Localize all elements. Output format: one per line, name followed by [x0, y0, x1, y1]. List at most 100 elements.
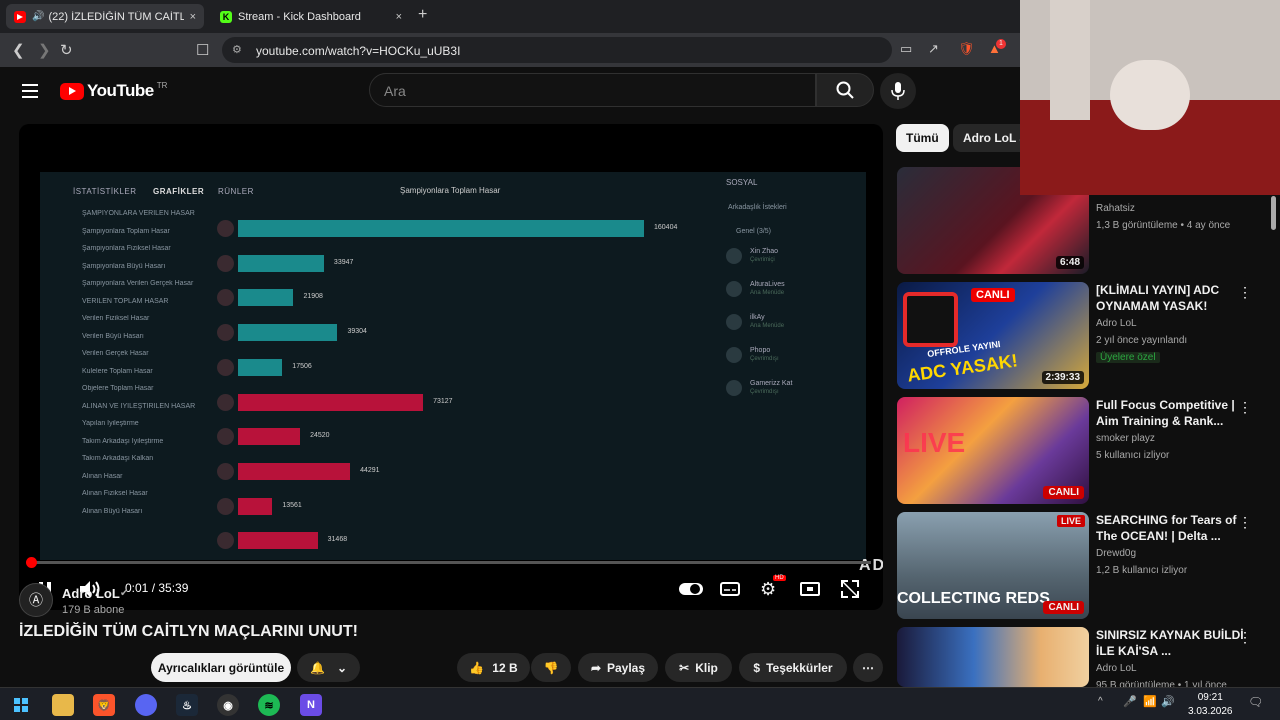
channel-avatar[interactable]: Ⓐ: [19, 583, 53, 617]
subscriber-count: 179 B abone: [62, 604, 125, 616]
friend-status: Ana Menüde: [750, 323, 785, 329]
social-header: SOSYAL: [726, 178, 758, 187]
webcam-overlay: [1020, 0, 1280, 195]
friend-name: Phopo: [750, 347, 771, 354]
chart-bar: [238, 220, 644, 237]
chip-channel[interactable]: Adro LoL a: [953, 124, 1020, 152]
cast-icon[interactable]: ▭: [900, 41, 912, 57]
stat-list-item: Şampiyonlara Toplam Hasar: [82, 227, 170, 235]
friend-name: Xin Zhao: [750, 248, 779, 255]
related-2-channel[interactable]: Adro LoL: [1096, 318, 1137, 329]
stat-list-item: Alınan Hasar: [82, 472, 123, 480]
browser-tab-bar: 🔊 (22) İZLEDİĞİN TÜM CAİTLYN × K Stream …: [0, 0, 1020, 33]
related-5-meta: 95 B görüntüleme • 1 yıl önce: [1096, 680, 1227, 687]
settings-button[interactable]: ⚙ HD: [760, 575, 786, 600]
close-tab-icon[interactable]: ×: [396, 11, 402, 23]
discord-icon[interactable]: [135, 694, 157, 716]
friend-avatar: [726, 314, 742, 330]
system-clock[interactable]: 09:21 3.03.2026: [1188, 691, 1233, 719]
related-5-channel[interactable]: Adro LoL: [1096, 663, 1137, 674]
related-3-menu-icon[interactable]: ⋮: [1238, 399, 1252, 416]
voice-search-button[interactable]: [880, 73, 916, 109]
related-2-title[interactable]: [KLİMALI YAYIN] ADC OYNAMAM YASAK!: [1096, 282, 1246, 314]
stat-list-item: Şampiyonlara Büyü Hasarı: [82, 262, 166, 270]
tab-kick[interactable]: K Stream - Kick Dashboard ×: [212, 4, 410, 29]
related-thumb-5[interactable]: [897, 627, 1089, 687]
related-thumb-3[interactable]: LIVE CANLI: [897, 397, 1089, 504]
mic-tray-icon[interactable]: 🎤: [1123, 695, 1137, 708]
related-3-channel[interactable]: smoker playz: [1096, 433, 1155, 444]
autoplay-toggle[interactable]: [678, 578, 704, 600]
forward-icon[interactable]: ❯: [38, 41, 51, 59]
related-5-title[interactable]: SINIRSIZ KAYNAK BUİLDİ İLE KAİ'SA ...: [1096, 627, 1246, 659]
youtube-logo[interactable]: YouTube TR: [60, 81, 167, 101]
reload-icon[interactable]: ↻: [60, 41, 73, 59]
file-explorer-icon[interactable]: [52, 694, 74, 716]
perks-button[interactable]: Ayrıcalıkları görüntüle: [151, 653, 291, 682]
tab-title: Stream - Kick Dashboard: [238, 10, 361, 23]
related-1-channel[interactable]: Rahatsiz: [1096, 203, 1135, 214]
progress-bar[interactable]: [26, 557, 871, 568]
chart-bar: [238, 289, 294, 307]
menu-icon[interactable]: [22, 84, 38, 102]
like-button[interactable]: 👍 12 B: [457, 653, 530, 682]
related-4-channel[interactable]: Drewd0g: [1096, 548, 1136, 559]
search-button[interactable]: [816, 73, 874, 107]
theater-mode-button[interactable]: [800, 578, 820, 600]
stat-list-item: Verilen Gerçek Hasar: [82, 350, 149, 357]
back-icon[interactable]: ❮: [12, 41, 25, 59]
tray-chevron-icon[interactable]: ^: [1098, 696, 1103, 707]
share-button[interactable]: ➦ Paylaş: [578, 653, 658, 682]
channel-name[interactable]: Adro LoL: [62, 586, 120, 601]
new-tab-button[interactable]: +: [418, 6, 427, 24]
notifications-icon[interactable]: 🗨: [1248, 695, 1263, 709]
related-4-menu-icon[interactable]: ⋮: [1238, 514, 1252, 531]
youtube-logo-icon: [60, 82, 84, 100]
url-field[interactable]: ⚙ youtube.com/watch?v=HOCKu_uUB3I: [222, 37, 892, 63]
scrollbar[interactable]: [1271, 196, 1276, 230]
thanks-button[interactable]: $ Teşekkürler: [739, 653, 847, 682]
related-2-menu-icon[interactable]: ⋮: [1238, 284, 1252, 301]
site-info-icon[interactable]: ⚙: [232, 43, 242, 56]
chart-bar-value: 160404: [654, 224, 678, 231]
related-thumb-4[interactable]: LIVE COLLECTING REDS CANLI: [897, 512, 1089, 619]
bookmark-icon[interactable]: ☐: [196, 41, 209, 59]
chart-bar-value: 73127: [433, 397, 453, 405]
tab-title: (22) İZLEDİĞİN TÜM CAİTLYN: [48, 10, 184, 23]
video-player[interactable]: İSTATİSTİKLER GRAFİKLER RÜNLER Şampiyonl…: [19, 124, 883, 610]
related-thumb-2[interactable]: CANLI OFFROLE YAYINI ADC YASAK! 2:39:33: [897, 282, 1089, 389]
speaker-tray-icon[interactable]: 🔊: [1161, 695, 1175, 708]
dislike-button[interactable]: 👎: [531, 653, 571, 682]
steam-icon[interactable]: ♨: [176, 694, 198, 716]
logo-text: YouTube: [87, 81, 154, 100]
related-5-menu-icon[interactable]: ⋮: [1238, 629, 1252, 646]
brave-shield-icon[interactable]: 🛡: [958, 41, 975, 57]
obs-icon[interactable]: ◉: [217, 694, 239, 716]
chip-all[interactable]: Tümü: [896, 124, 949, 152]
related-3-title[interactable]: Full Focus Competitive | Aim Training & …: [1096, 397, 1246, 429]
clock-date: 3.03.2026: [1188, 706, 1233, 717]
brave-browser-icon[interactable]: 🦁: [93, 694, 115, 716]
related-4-title[interactable]: SEARCHING for Tears of The OCEAN! | Delt…: [1096, 512, 1246, 544]
clip-button[interactable]: ✂ Klip: [665, 653, 732, 682]
video-frame-game-stats: İSTATİSTİKLER GRAFİKLER RÜNLER Şampiyonl…: [40, 172, 883, 574]
notification-bell-button[interactable]: 🔔 ⌄: [297, 653, 360, 682]
windows-taskbar: 🦁 ♨ ◉ ≋ N ^ 🎤 📶 🔊 09:21 3.03.2026 🗨: [0, 687, 1280, 720]
subtitles-button[interactable]: [720, 578, 740, 600]
windows-start-icon[interactable]: [10, 694, 32, 716]
search-placeholder: Ara: [384, 83, 406, 99]
spotify-icon[interactable]: ≋: [258, 694, 280, 716]
tab-youtube[interactable]: 🔊 (22) İZLEDİĞİN TÜM CAİTLYN ×: [6, 4, 204, 29]
champion-icon: [217, 462, 234, 480]
search-input[interactable]: Ara: [369, 73, 816, 107]
wifi-icon[interactable]: 📶: [1143, 695, 1157, 708]
champion-icon: [217, 358, 234, 376]
more-actions-button[interactable]: ⋯: [853, 653, 883, 682]
fullscreen-button[interactable]: [841, 578, 859, 600]
close-tab-icon[interactable]: ×: [190, 11, 196, 23]
app-n-icon[interactable]: N: [300, 694, 322, 716]
friend-name: AlturaLives: [750, 281, 785, 288]
webcam-person: [1110, 60, 1190, 130]
share-icon[interactable]: ↗: [928, 41, 939, 57]
scrubber-handle[interactable]: [26, 557, 38, 568]
